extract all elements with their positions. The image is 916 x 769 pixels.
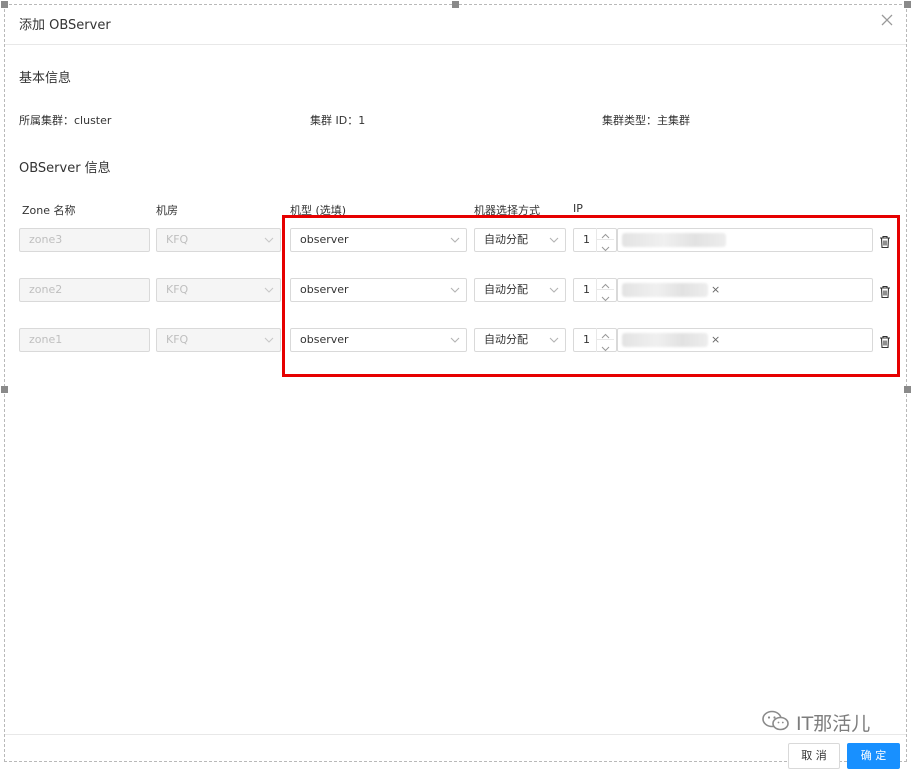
idc-value: KFQ	[166, 283, 189, 296]
column-ip: IP	[573, 202, 583, 215]
zone-name-value: zone2	[29, 283, 63, 296]
count-stepper[interactable]: 1	[573, 278, 617, 302]
stepper-arrows	[596, 278, 614, 302]
chevron-down-icon	[549, 285, 559, 295]
increment-icon[interactable]	[597, 278, 614, 290]
redacted-ip-tag	[622, 333, 708, 347]
ip-select[interactable]: ×	[617, 328, 873, 352]
count-value: 1	[583, 233, 590, 246]
select-method-value: 自动分配	[484, 333, 528, 346]
chevron-down-icon	[450, 235, 460, 245]
idc-select: KFQ	[156, 278, 281, 302]
dialog-footer-divider	[5, 734, 906, 735]
model-select[interactable]: observer	[290, 228, 467, 252]
idc-select: KFQ	[156, 328, 281, 352]
column-idc: 机房	[156, 204, 178, 217]
chevron-down-icon	[450, 285, 460, 295]
zone-name-value: zone1	[29, 333, 63, 346]
redacted-ip-tag	[622, 283, 708, 297]
zone-name-input: zone2	[19, 278, 150, 302]
select-method-value: 自动分配	[484, 283, 528, 296]
chevron-down-icon	[549, 235, 559, 245]
cancel-button[interactable]: 取 消	[788, 743, 840, 769]
tag-remove-icon[interactable]: ×	[711, 279, 720, 301]
model-select[interactable]: observer	[290, 328, 467, 352]
delete-icon[interactable]	[879, 284, 891, 299]
chevron-down-icon	[264, 335, 274, 345]
model-value: observer	[300, 283, 349, 296]
select-method-select[interactable]: 自动分配	[474, 228, 566, 252]
zone-name-input: zone3	[19, 228, 150, 252]
redacted-ip-tag	[622, 233, 726, 247]
model-value: observer	[300, 233, 349, 246]
chevron-down-icon	[549, 335, 559, 345]
select-method-select[interactable]: 自动分配	[474, 278, 566, 302]
column-select-method: 机器选择方式	[474, 204, 540, 217]
count-value: 1	[583, 333, 590, 346]
model-select[interactable]: observer	[290, 278, 467, 302]
basic-info-heading: 基本信息	[19, 71, 72, 86]
select-method-value: 自动分配	[484, 233, 528, 246]
column-zone: Zone 名称	[22, 204, 76, 217]
zone-name-value: zone3	[29, 233, 63, 246]
delete-icon[interactable]	[879, 334, 891, 349]
idc-select: KFQ	[156, 228, 281, 252]
decrement-icon[interactable]	[597, 290, 614, 302]
stepper-arrows	[596, 328, 614, 352]
observer-info-heading: OBServer 信息	[19, 161, 111, 176]
dialog-frame	[4, 4, 907, 762]
count-stepper[interactable]: 1	[573, 328, 617, 352]
dialog-header: 添加 OBServer	[5, 5, 906, 45]
column-model: 机型 (选填)	[290, 204, 347, 217]
cluster-name: 所属集群：cluster	[19, 114, 112, 127]
resize-handle-right[interactable]	[904, 386, 911, 393]
count-value: 1	[583, 283, 590, 296]
model-value: observer	[300, 333, 349, 346]
increment-icon[interactable]	[597, 228, 614, 240]
count-stepper[interactable]: 1	[573, 228, 617, 252]
ip-select[interactable]	[617, 228, 873, 252]
cluster-type: 集群类型：主集群	[602, 114, 690, 127]
decrement-icon[interactable]	[597, 340, 614, 352]
tag-remove-icon[interactable]: ×	[711, 329, 720, 351]
ip-select[interactable]: ×	[617, 278, 873, 302]
resize-handle-left[interactable]	[1, 386, 8, 393]
stepper-arrows	[596, 228, 614, 252]
chevron-down-icon	[264, 235, 274, 245]
delete-icon[interactable]	[879, 234, 891, 249]
dialog-title: 添加 OBServer	[19, 18, 111, 33]
close-icon[interactable]	[880, 13, 894, 27]
idc-value: KFQ	[166, 233, 189, 246]
chevron-down-icon	[450, 335, 460, 345]
chevron-down-icon	[264, 285, 274, 295]
watermark-text: IT那活儿	[796, 713, 871, 735]
watermark: IT那活儿	[762, 710, 870, 736]
decrement-icon[interactable]	[597, 240, 614, 252]
confirm-button[interactable]: 确 定	[847, 743, 900, 769]
cluster-id: 集群 ID：1	[310, 114, 366, 127]
select-method-select[interactable]: 自动分配	[474, 328, 566, 352]
zone-name-input: zone1	[19, 328, 150, 352]
idc-value: KFQ	[166, 333, 189, 346]
increment-icon[interactable]	[597, 328, 614, 340]
